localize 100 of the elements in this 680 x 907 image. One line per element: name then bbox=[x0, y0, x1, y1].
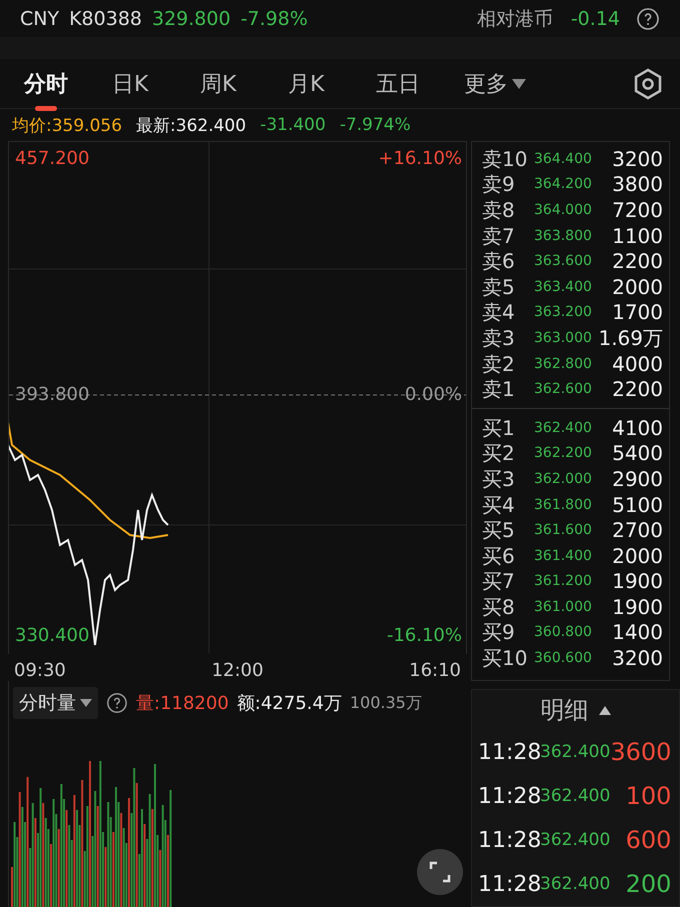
ask-level: 卖6 bbox=[482, 249, 516, 274]
time-label: 12:00 bbox=[212, 660, 264, 681]
bid-quantity: 1400 bbox=[612, 620, 663, 644]
bid-quantity: 2900 bbox=[612, 466, 663, 491]
bid-price: 361.800 bbox=[534, 496, 593, 513]
caret-icon bbox=[598, 706, 611, 714]
volume-value: 量:118200 bbox=[136, 692, 229, 715]
ask-level: 卖8 bbox=[482, 198, 516, 222]
low-price: 330.400 bbox=[15, 625, 90, 646]
change-percent: -7.974% bbox=[340, 115, 411, 136]
time-label: 09:30 bbox=[14, 660, 66, 681]
trade-price: 362.400 bbox=[540, 742, 610, 762]
chart-tab[interactable]: 更多 bbox=[464, 56, 526, 111]
help-icon[interactable] bbox=[636, 6, 660, 31]
ask-quantity: 3200 bbox=[612, 146, 663, 171]
bid-price: 361.600 bbox=[534, 522, 593, 538]
bid-quantity: 5100 bbox=[612, 492, 663, 517]
ask-price: 363.800 bbox=[534, 228, 593, 244]
ask-price: 364.000 bbox=[534, 202, 593, 218]
caret-icon bbox=[80, 699, 92, 707]
trade-time: 11:28 bbox=[478, 872, 540, 896]
turnover-value: 额:4275.4万 bbox=[236, 692, 342, 715]
ask-level: 卖9 bbox=[482, 172, 516, 196]
volume-max: 100.35万 bbox=[350, 692, 422, 714]
latest-price: 最新:362.400 bbox=[136, 114, 246, 137]
bid-quantity: 1900 bbox=[612, 569, 663, 594]
bid-quantity: 4100 bbox=[612, 416, 663, 440]
ask-price: 362.600 bbox=[534, 381, 593, 398]
chart-tab[interactable]: 月K bbox=[288, 56, 324, 111]
settings-icon[interactable] bbox=[632, 68, 664, 100]
bid-level: 买5 bbox=[482, 518, 516, 542]
chart-tab[interactable]: 日K bbox=[112, 56, 148, 111]
bid-level: 买6 bbox=[482, 544, 516, 568]
ask-level: 卖10 bbox=[482, 146, 528, 171]
stock-symbol: CNY bbox=[20, 8, 60, 30]
bid-quantity: 1900 bbox=[612, 594, 663, 619]
trade-price: 362.400 bbox=[540, 830, 612, 850]
ask-level: 卖2 bbox=[482, 352, 516, 376]
relative-label: 相对港币 bbox=[476, 6, 553, 32]
bid-level: 买7 bbox=[482, 569, 516, 594]
bid-level: 买1 bbox=[482, 416, 516, 440]
time-label: 16:10 bbox=[409, 660, 461, 681]
trade-quantity: 3600 bbox=[610, 738, 672, 766]
bid-level: 买10 bbox=[482, 646, 528, 670]
help-icon[interactable] bbox=[106, 692, 128, 714]
bid-price: 361.400 bbox=[534, 548, 593, 564]
chart-tab[interactable]: 周K bbox=[200, 56, 236, 111]
bid-level: 买8 bbox=[482, 594, 516, 619]
ask-quantity: 4000 bbox=[612, 352, 663, 376]
bid-level: 买2 bbox=[482, 441, 516, 466]
ask-price: 363.600 bbox=[534, 253, 593, 270]
base-price: 393.800 bbox=[15, 384, 90, 405]
ask-price: 364.200 bbox=[534, 176, 593, 192]
base-percent: 0.00% bbox=[404, 384, 462, 405]
bid-price: 362.000 bbox=[534, 470, 593, 487]
ask-price: 363.200 bbox=[534, 304, 593, 320]
ask-quantity: 7200 bbox=[612, 198, 663, 222]
details-header[interactable]: 明细 bbox=[472, 690, 680, 730]
ask-level: 卖1 bbox=[482, 377, 516, 402]
bid-level: 买9 bbox=[482, 620, 516, 644]
bid-level: 买3 bbox=[482, 466, 516, 491]
high-percent: +16.10% bbox=[378, 148, 462, 169]
bid-quantity: 3200 bbox=[612, 646, 663, 670]
bid-price: 362.400 bbox=[534, 420, 593, 436]
ask-level: 卖5 bbox=[482, 274, 516, 299]
trade-quantity: 100 bbox=[626, 782, 672, 810]
average-price: 均价:359.056 bbox=[12, 114, 122, 137]
expand-icon bbox=[428, 860, 452, 884]
chart-tab[interactable]: 五日 bbox=[376, 56, 420, 111]
ask-quantity: 3800 bbox=[612, 172, 663, 196]
ask-quantity: 1100 bbox=[612, 224, 663, 248]
ask-quantity: 2000 bbox=[612, 274, 663, 299]
relative-value: -0.14 bbox=[570, 8, 620, 30]
bid-quantity: 2000 bbox=[612, 544, 663, 568]
chart-tab[interactable]: 分时 bbox=[24, 56, 68, 111]
trade-price: 362.400 bbox=[540, 786, 612, 806]
trade-quantity: 600 bbox=[626, 826, 672, 854]
volume-selector[interactable]: 分时量 bbox=[13, 687, 98, 719]
trade-price: 362.400 bbox=[540, 874, 612, 894]
high-price: 457.200 bbox=[15, 148, 90, 169]
ask-price: 363.400 bbox=[534, 278, 593, 295]
trade-time: 11:28 bbox=[478, 828, 540, 852]
trade-quantity: 200 bbox=[626, 870, 672, 898]
bid-level: 买4 bbox=[482, 492, 516, 517]
price-change: -7.98% bbox=[240, 8, 308, 30]
stock-code: K80388 bbox=[69, 8, 142, 30]
change-amount: -31.400 bbox=[260, 115, 326, 136]
trade-time: 11:28 bbox=[478, 784, 540, 808]
ask-quantity: 1.69万 bbox=[598, 326, 663, 350]
ask-quantity: 2200 bbox=[612, 377, 663, 402]
fullscreen-button[interactable] bbox=[417, 849, 463, 895]
ask-level: 卖4 bbox=[482, 300, 516, 324]
ask-quantity: 2200 bbox=[612, 249, 663, 274]
ask-price: 364.400 bbox=[534, 150, 593, 167]
bid-quantity: 2700 bbox=[612, 518, 663, 542]
ask-quantity: 1700 bbox=[612, 300, 663, 324]
ask-price: 362.800 bbox=[534, 356, 593, 372]
bid-price: 361.000 bbox=[534, 598, 593, 615]
ask-price: 363.000 bbox=[534, 330, 593, 346]
bid-price: 360.800 bbox=[534, 624, 593, 640]
